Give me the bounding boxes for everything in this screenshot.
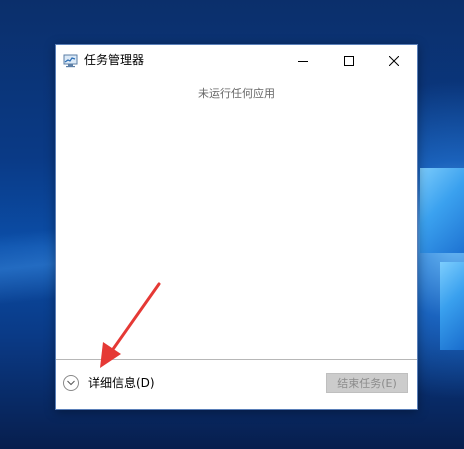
close-button[interactable]: [371, 45, 417, 75]
no-apps-running-message: 未运行任何应用: [198, 87, 275, 100]
maximize-button[interactable]: [326, 45, 372, 75]
desktop-background: 任务管理器 未运行任何应用 详细信息(D) 结束任务(E): [0, 0, 464, 449]
maximize-icon: [344, 51, 354, 70]
wallpaper-window-pane: [440, 262, 464, 350]
minimize-button[interactable]: [280, 45, 326, 75]
task-manager-icon: [63, 53, 79, 68]
end-task-button[interactable]: 结束任务(E): [326, 373, 408, 393]
annotation-arrow-icon: [100, 282, 161, 368]
more-details-toggle[interactable]: 详细信息(D): [63, 374, 155, 391]
more-details-label: 详细信息(D): [88, 376, 155, 390]
chevron-down-circle-icon: [63, 374, 79, 391]
minimize-icon: [298, 51, 308, 70]
window-title: 任务管理器: [84, 53, 145, 67]
wallpaper-window-pane: [420, 168, 464, 253]
title-bar[interactable]: 任务管理器: [56, 45, 417, 75]
close-icon: [388, 51, 400, 70]
